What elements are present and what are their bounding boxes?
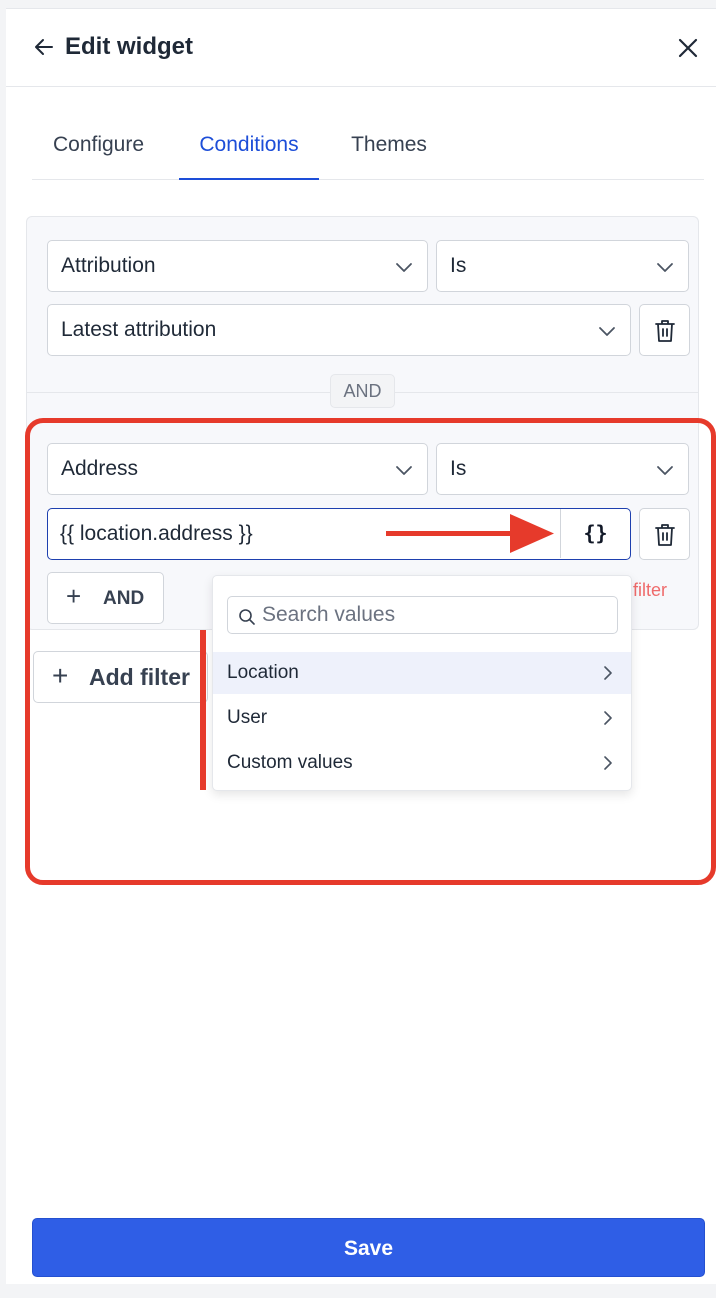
filter-operator-value: Is xyxy=(450,254,467,277)
annotation-line xyxy=(200,630,206,790)
chevron-down-icon xyxy=(599,327,615,336)
tab-themes[interactable]: Themes xyxy=(345,117,433,180)
annotation-highlight-box xyxy=(25,418,716,885)
filter-value-select[interactable]: Latest attribution xyxy=(47,304,631,356)
filter-operator-select[interactable]: Is xyxy=(436,240,689,292)
save-button[interactable]: Save xyxy=(32,1218,705,1277)
chevron-down-icon xyxy=(657,263,673,272)
annotation-arrow-icon xyxy=(386,514,554,553)
trash-icon xyxy=(655,320,675,342)
chevron-down-icon xyxy=(396,263,412,272)
panel-header: Edit widget xyxy=(6,9,716,87)
tab-conditions[interactable]: Conditions xyxy=(179,117,319,180)
page-title: Edit widget xyxy=(65,33,193,60)
tab-bar: Configure Conditions Themes xyxy=(32,117,704,180)
filter-field-value: Attribution xyxy=(61,254,156,277)
filter-value-text: Latest attribution xyxy=(61,318,217,341)
filter-field-select[interactable]: Attribution xyxy=(47,240,428,292)
back-arrow-icon[interactable] xyxy=(33,36,55,58)
and-separator: AND xyxy=(330,374,395,408)
tab-configure[interactable]: Configure xyxy=(45,117,152,180)
delete-filter-button[interactable] xyxy=(639,304,690,356)
close-icon[interactable] xyxy=(677,37,699,59)
